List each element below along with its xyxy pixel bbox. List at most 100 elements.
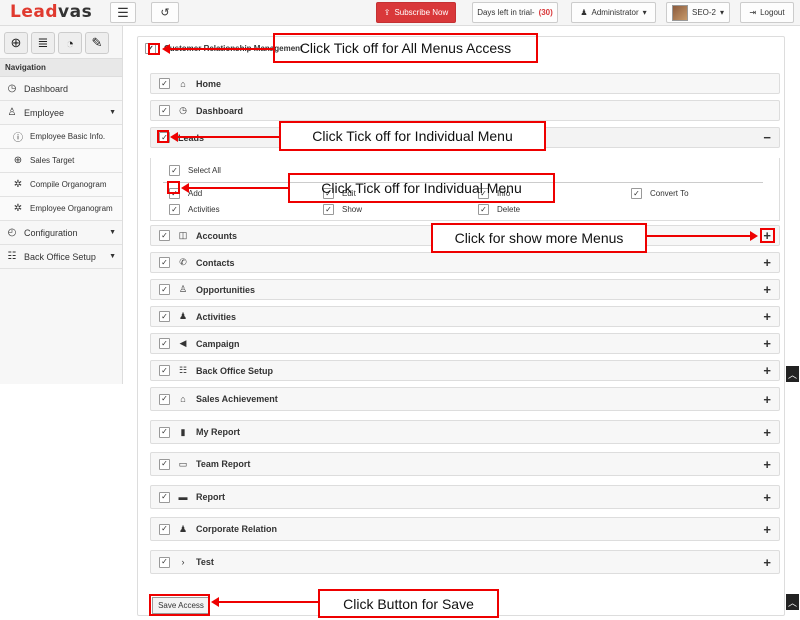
logout-button[interactable]: ⇥ Logout	[740, 2, 794, 23]
pencil-icon[interactable]: ✎	[85, 32, 109, 54]
menu-checkbox[interactable]: ✓	[159, 556, 170, 568]
app-logo[interactable]: Leadvas	[10, 2, 92, 22]
expand-icon[interactable]: +	[763, 255, 771, 270]
permission-convert-to[interactable]: ✓ Convert To	[631, 188, 689, 199]
menu-checkbox[interactable]: ✓	[159, 311, 170, 322]
subscribe-button[interactable]: ⇪ Subscribe Now	[376, 2, 456, 23]
menu-label: Campaign	[196, 338, 240, 349]
permission-delete[interactable]: ✓ Delete	[478, 204, 520, 215]
target-icon: ⊕	[13, 155, 23, 166]
menu-label: Dashboard	[196, 105, 244, 116]
scroll-top-button[interactable]: ︿	[786, 594, 799, 610]
sidebar-item-label: Employee	[24, 107, 65, 118]
menu-checkbox[interactable]: ✓	[159, 284, 170, 295]
history-button[interactable]: ↺	[151, 2, 179, 23]
sidebar-item-employee-organogram[interactable]: ✲ Employee Organogram	[0, 197, 122, 221]
menu-row-back-office-setup[interactable]: ✓ ☷ Back Office Setup +	[150, 360, 780, 381]
expand-icon[interactable]: +	[763, 490, 771, 505]
permission-checkbox[interactable]: ✓	[631, 188, 642, 199]
menu-toggle-button[interactable]: ☰	[110, 2, 136, 23]
logo-text-vas: vas	[58, 2, 93, 22]
expand-icon[interactable]: +	[763, 425, 771, 440]
menu-checkbox[interactable]: ✓	[159, 491, 170, 503]
expand-icon[interactable]: +	[763, 522, 771, 537]
expand-icon[interactable]: +	[763, 457, 771, 472]
collapse-icon[interactable]: −	[763, 130, 771, 145]
menu-checkbox[interactable]: ✓	[159, 230, 170, 241]
select-all-checkbox[interactable]: ✓	[169, 165, 180, 176]
menu-row-activities[interactable]: ✓ ♟ Activities +	[150, 306, 780, 327]
menu-label: Sales Achievement	[196, 394, 278, 404]
menu-checkbox[interactable]: ✓	[159, 426, 170, 438]
permission-checkbox[interactable]: ✓	[323, 204, 334, 215]
speedometer-icon: ◷	[179, 105, 187, 115]
lock-icon: ⌂	[180, 394, 186, 404]
menu-checkbox[interactable]: ✓	[159, 105, 170, 116]
trial-count: (30)	[538, 8, 553, 17]
menu-row-test[interactable]: ✓ › Test +	[150, 550, 780, 574]
menu-checkbox[interactable]: ✓	[159, 458, 170, 470]
menu-row-dashboard[interactable]: ✓ ◷ Dashboard	[150, 100, 780, 121]
menu-row-campaign[interactable]: ✓ ◀ Campaign +	[150, 333, 780, 354]
subscribe-icon: ⇪	[383, 8, 391, 17]
permission-select-all[interactable]: ✓ Select All	[169, 165, 221, 176]
group-icon: ♟	[178, 311, 188, 321]
expand-icon[interactable]: +	[763, 336, 771, 351]
expand-icon[interactable]: +	[763, 363, 771, 378]
user-dropdown[interactable]: SEO-2 ▾	[666, 2, 730, 23]
permission-label: Activities	[188, 205, 220, 214]
menu-row-sales-achievement[interactable]: ✓ ⌂ Sales Achievement +	[150, 387, 780, 411]
menu-checkbox[interactable]: ✓	[159, 365, 170, 376]
sidebar-item-label: Configuration	[24, 227, 78, 238]
avatar	[671, 4, 688, 21]
menu-row-home[interactable]: ✓ ⌂ Home	[150, 73, 780, 94]
person-icon: ♙	[178, 284, 188, 294]
menu-checkbox[interactable]: ✓	[159, 393, 170, 405]
sidebar-item-dashboard[interactable]: ◷ Dashboard	[0, 77, 122, 101]
arrow-line	[187, 187, 289, 189]
menu-row-my-report[interactable]: ✓ ▮ My Report +	[150, 420, 780, 444]
user-label: SEO-2	[691, 8, 716, 17]
nav-heading: Navigation	[0, 58, 122, 77]
sidebar-item-sales-target[interactable]: ⊕ Sales Target	[0, 149, 122, 173]
expand-icon[interactable]: +	[763, 392, 771, 407]
sidebar-item-back-office-setup[interactable]: ☷ Back Office Setup ▼	[0, 245, 122, 269]
scroll-top-button[interactable]: ︿	[786, 366, 799, 382]
sidebar-shortcuts: ⊕ ≣ ◔ ✎	[0, 26, 122, 58]
sidebar-item-employee[interactable]: ♙ Employee ▼	[0, 101, 122, 125]
menu-row-contacts[interactable]: ✓ ✆ Contacts +	[150, 252, 780, 273]
menu-label: Activities	[196, 311, 237, 322]
home-icon: ⌂	[180, 78, 186, 89]
sidebar-item-employee-basic-info[interactable]: ⓘ Employee Basic Info.	[0, 125, 122, 149]
permission-label: Add	[188, 189, 203, 198]
permission-checkbox[interactable]: ✓	[478, 204, 489, 215]
lifebuoy-icon[interactable]: ⊕	[4, 32, 28, 54]
permission-checkbox[interactable]: ✓	[169, 204, 180, 215]
expand-icon[interactable]: +	[763, 282, 771, 297]
permission-show[interactable]: ✓ Show	[323, 204, 362, 215]
menu-row-team-report[interactable]: ✓ ▭ Team Report +	[150, 452, 780, 476]
menu-checkbox[interactable]: ✓	[159, 338, 170, 349]
menu-checkbox[interactable]: ✓	[159, 523, 170, 535]
clock-icon: ◴	[7, 227, 17, 238]
highlight-add-checkbox	[167, 181, 180, 194]
menu-label: Opportunities	[196, 284, 255, 295]
expand-icon[interactable]: +	[763, 555, 771, 570]
arrow-line	[647, 235, 751, 237]
admin-dropdown[interactable]: ♟ Administrator ▾	[571, 2, 656, 23]
sidebar-item-compile-organogram[interactable]: ✲ Compile Organogram	[0, 173, 122, 197]
menu-row-corporate-relation[interactable]: ✓ ♟ Corporate Relation +	[150, 517, 780, 541]
history-icon: ↺	[160, 7, 170, 19]
menu-row-report[interactable]: ✓ ▬ Report +	[150, 485, 780, 509]
expand-icon[interactable]: +	[763, 309, 771, 324]
highlight-all-menus-checkbox	[148, 43, 160, 55]
menu-checkbox[interactable]: ✓	[159, 78, 170, 89]
chevron-up-icon: ︿	[787, 597, 797, 608]
menu-row-opportunities[interactable]: ✓ ♙ Opportunities +	[150, 279, 780, 300]
database-icon[interactable]: ≣	[31, 32, 55, 54]
menu-checkbox[interactable]: ✓	[159, 257, 170, 268]
permission-activities[interactable]: ✓ Activities	[169, 204, 220, 215]
sidebar-item-configuration[interactable]: ◴ Configuration ▼	[0, 221, 122, 245]
speedometer-icon: ◷	[7, 83, 17, 94]
pie-chart-icon[interactable]: ◔	[58, 32, 82, 54]
